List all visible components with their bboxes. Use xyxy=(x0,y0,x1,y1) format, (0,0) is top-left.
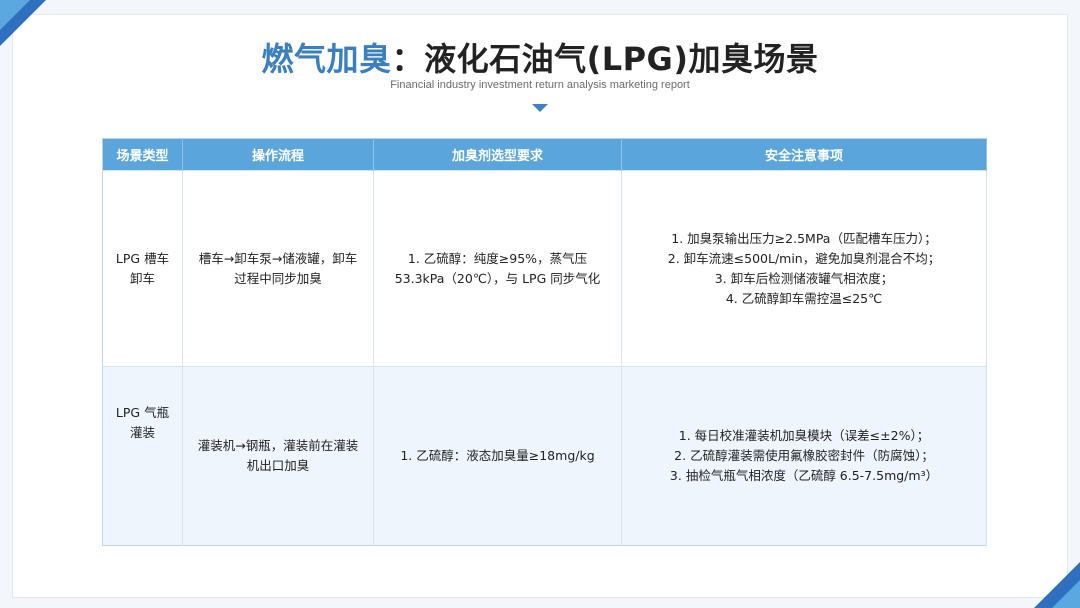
cell-scene: LPG 气瓶 灌装 xyxy=(102,366,183,546)
cell-text: 53.3kPa（20℃），与 LPG 同步气化 xyxy=(394,270,601,286)
cell-text: 2. 乙硫醇灌装需使用氟橡胶密封件（防腐蚀）； xyxy=(674,448,934,463)
cell-text: 槽车→卸车泵→储液罐，卸车 xyxy=(198,250,358,266)
down-arrow-icon xyxy=(532,104,548,112)
cell-process: 灌装机→钢瓶，灌装前在灌装 机出口加臭 xyxy=(182,366,374,546)
cell-requirement: 1. 乙硫醇：液态加臭量≥18mg/kg xyxy=(373,366,622,546)
column-header-safety: 安全注意事项 xyxy=(621,138,987,171)
cell-text: 1. 乙硫醇：纯度≥95%，蒸气压 xyxy=(407,250,588,266)
corner-decoration-top-left-inner xyxy=(0,0,30,30)
cell-text: 灌装 xyxy=(129,425,155,440)
cell-text: 1. 每日校准灌装机加臭模块（误差≤±2%）； xyxy=(678,428,930,443)
table-row: LPG 槽车 卸车 槽车→卸车泵→储液罐，卸车 过程中同步加臭 1. 乙硫醇：纯… xyxy=(102,170,987,367)
title-separator: ： xyxy=(391,40,425,78)
column-header-requirement: 加臭剂选型要求 xyxy=(373,138,622,171)
cell-safety: 1. 加臭泵输出压力≥2.5MPa（匹配槽车压力）； 2. 卸车流速≤500L/… xyxy=(621,170,987,367)
cell-text: 卸车 xyxy=(129,270,155,286)
cell-text: 2. 卸车流速≤500L/min，避免加臭剂混合不均； xyxy=(667,250,941,266)
scenario-table: 场景类型 操作流程 加臭剂选型要求 安全注意事项 LPG 槽车 卸车 槽车→卸车… xyxy=(102,138,987,546)
cell-safety: 1. 每日校准灌装机加臭模块（误差≤±2%）； 2. 乙硫醇灌装需使用氟橡胶密封… xyxy=(621,366,987,546)
page-subtitle: Financial industry investment return ana… xyxy=(390,79,690,91)
title-main: 液化石油气(LPG)加臭场景 xyxy=(424,40,819,78)
corner-decoration-bottom-right-inner xyxy=(1052,580,1080,608)
cell-text: 4. 乙硫醇卸车需控温≤25℃ xyxy=(725,290,883,306)
cell-text: 灌装机→钢瓶，灌装前在灌装 xyxy=(197,438,359,453)
cell-text: 1. 乙硫醇：液态加臭量≥18mg/kg xyxy=(400,448,595,463)
table-row: LPG 气瓶 灌装 灌装机→钢瓶，灌装前在灌装 机出口加臭 1. 乙硫醇：液态加… xyxy=(102,366,987,546)
cell-text: 3. 抽检气瓶气相浓度（乙硫醇 6.5-7.5mg/m³） xyxy=(669,468,939,483)
cell-text: 过程中同步加臭 xyxy=(234,270,322,286)
table-header-row: 场景类型 操作流程 加臭剂选型要求 安全注意事项 xyxy=(102,138,987,171)
cell-text: 1. 加臭泵输出压力≥2.5MPa（匹配槽车压力）； xyxy=(671,230,937,246)
cell-text: 3. 卸车后检测储液罐气相浓度； xyxy=(714,270,894,286)
page-title: 燃气加臭：液化石油气(LPG)加臭场景 xyxy=(0,34,1080,80)
cell-text: LPG 槽车 xyxy=(115,250,170,266)
title-highlight: 燃气加臭 xyxy=(261,40,392,78)
cell-scene: LPG 槽车 卸车 xyxy=(102,170,183,367)
cell-text: LPG 气瓶 xyxy=(115,405,170,420)
cell-requirement: 1. 乙硫醇：纯度≥95%，蒸气压 53.3kPa（20℃），与 LPG 同步气… xyxy=(373,170,622,367)
column-header-scene: 场景类型 xyxy=(102,138,183,171)
cell-process: 槽车→卸车泵→储液罐，卸车 过程中同步加臭 xyxy=(182,170,374,367)
cell-text: 机出口加臭 xyxy=(246,458,310,473)
column-header-process: 操作流程 xyxy=(182,138,374,171)
